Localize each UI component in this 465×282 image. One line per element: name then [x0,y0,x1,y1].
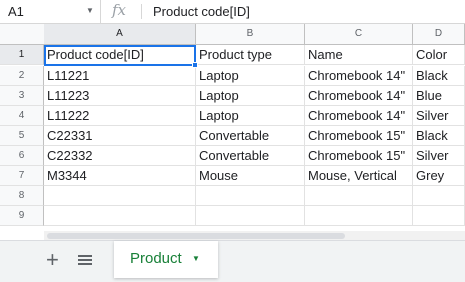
table-row: 3 L11223 Laptop Chromebook 14" Blue [0,86,465,106]
cell-a5[interactable]: C22331 [44,126,196,146]
row-header[interactable]: 9 [0,206,44,226]
fx-icon: fx [112,1,127,19]
add-sheet-icon[interactable]: + [46,249,59,271]
cell-b6[interactable]: Convertable [196,146,305,166]
cell-d9[interactable] [413,206,465,226]
cell-b1[interactable]: Product type [196,45,305,65]
cell-a9[interactable] [44,206,196,226]
table-row: 1 Product code[ID] Product type Name Col… [0,45,465,65]
column-header-d[interactable]: D [413,24,465,44]
cell-a7[interactable]: M3344 [44,166,196,186]
formula-bar-divider [141,4,142,19]
cell-c3[interactable]: Chromebook 14" [305,86,413,106]
row-header[interactable]: 3 [0,86,44,106]
column-header-a[interactable]: A [44,24,196,44]
cell-d2[interactable]: Black [413,66,465,86]
table-row: 4 L11222 Laptop Chromebook 14" Silver [0,106,465,126]
formula-input[interactable]: Product code[ID] [153,4,250,19]
cell-a3[interactable]: L11223 [44,86,196,106]
cell-b3[interactable]: Laptop [196,86,305,106]
row-header[interactable]: 5 [0,126,44,146]
horizontal-scrollbar-thumb[interactable] [47,233,345,239]
cell-a6[interactable]: C22332 [44,146,196,166]
row-header[interactable]: 4 [0,106,44,126]
sheet-tab-product[interactable]: Product ▼ [114,241,218,278]
table-row: 5 C22331 Convertable Chromebook 15" Blac… [0,126,465,146]
cell-a4[interactable]: L11222 [44,106,196,126]
cell-b2[interactable]: Laptop [196,66,305,86]
row-header[interactable]: 6 [0,146,44,166]
column-header-b[interactable]: B [196,24,305,44]
select-all-corner[interactable] [0,24,45,44]
cell-d6[interactable]: Silver [413,146,465,166]
fill-handle[interactable] [192,62,198,68]
all-sheets-menu-icon[interactable] [78,255,92,266]
cell-c6[interactable]: Chromebook 15" [305,146,413,166]
table-row: 7 M3344 Mouse Mouse, Vertical Grey [0,166,465,186]
sheet-tab-bar: + Product ▼ [0,240,465,282]
cell-c9[interactable] [305,206,413,226]
row-header[interactable]: 8 [0,186,44,206]
row-header[interactable]: 1 [0,45,44,65]
name-box-dropdown-icon[interactable]: ▼ [86,6,94,15]
cell-d8[interactable] [413,186,465,206]
formula-bar: A1 ▼ fx Product code[ID] [0,0,465,24]
cell-c8[interactable] [305,186,413,206]
cell-d7[interactable]: Grey [413,166,465,186]
cell-a2[interactable]: L11221 [44,66,196,86]
cell-c1[interactable]: Name [305,45,413,65]
cell-b7[interactable]: Mouse [196,166,305,186]
column-header-bar: A B C D [0,24,465,45]
table-row: 8 [0,186,465,206]
cell-a1[interactable]: Product code[ID] [44,45,196,65]
name-box-value: A1 [8,4,24,19]
cell-b8[interactable] [196,186,305,206]
row-header[interactable]: 7 [0,166,44,186]
cell-d3[interactable]: Blue [413,86,465,106]
table-row: 6 C22332 Convertable Chromebook 15" Silv… [0,146,465,166]
cell-c2[interactable]: Chromebook 14" [305,66,413,86]
cell-b9[interactable] [196,206,305,226]
cell-d4[interactable]: Silver [413,106,465,126]
cell-c7[interactable]: Mouse, Vertical [305,166,413,186]
cell-c5[interactable]: Chromebook 15" [305,126,413,146]
sheet-tab-dropdown-icon[interactable]: ▼ [192,254,200,263]
column-header-c[interactable]: C [305,24,413,44]
cell-a8[interactable] [44,186,196,206]
cell-b4[interactable]: Laptop [196,106,305,126]
table-row: 2 L11221 Laptop Chromebook 14" Black [0,66,465,86]
sheet-tab-label: Product [130,250,182,267]
cell-b5[interactable]: Convertable [196,126,305,146]
name-box[interactable]: A1 ▼ [0,0,101,23]
row-header[interactable]: 2 [0,66,44,86]
cell-c4[interactable]: Chromebook 14" [305,106,413,126]
table-row: 9 [0,206,465,226]
cell-d1[interactable]: Color [413,45,465,65]
cell-d5[interactable]: Black [413,126,465,146]
